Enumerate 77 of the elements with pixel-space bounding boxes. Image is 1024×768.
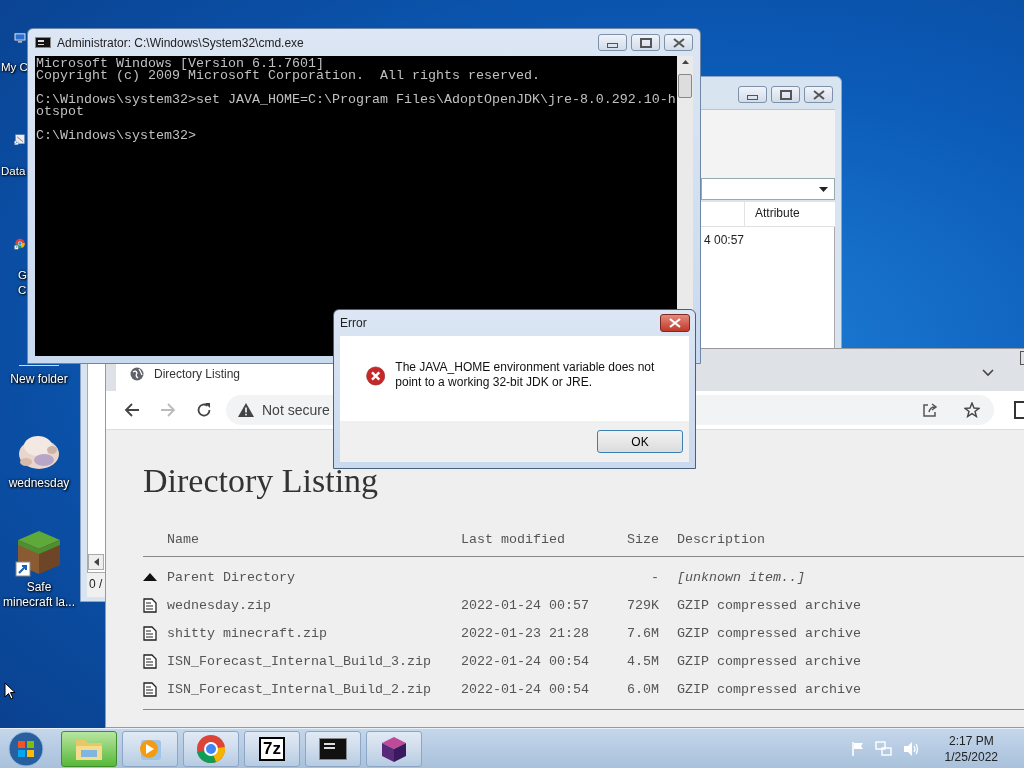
table-cell: 2022-01-23 21:28 (461, 625, 589, 641)
clock-date[interactable]: 1/25/2022 (944, 748, 998, 765)
browser-icon (196, 733, 226, 764)
cursor-icon (4, 682, 16, 700)
terminal-icon (319, 737, 347, 760)
close-button[interactable] (660, 314, 690, 332)
column-header[interactable]: Size (611, 531, 659, 547)
status-text: 0 / (89, 577, 103, 591)
scroll-thumb[interactable] (678, 74, 692, 98)
file-link[interactable]: shitty minecraft.zip (167, 625, 461, 641)
minimize-button[interactable] (738, 86, 767, 103)
start-button[interactable] (8, 730, 44, 767)
column-header[interactable]: Description (659, 531, 765, 547)
table-cell: GZIP compressed archive (677, 625, 861, 641)
security-label[interactable]: Not secure (262, 402, 330, 418)
table-cell: 2022-01-24 00:54 (461, 653, 589, 669)
table-cell: GZIP compressed archive (677, 681, 861, 697)
file-link[interactable]: wednesday.zip (167, 597, 461, 613)
table-cell: - (651, 569, 659, 585)
file-icon (143, 597, 157, 613)
desktop-icon-label[interactable]: My C (1, 60, 28, 75)
table-cell: 4 00:57 (704, 233, 745, 247)
close-icon (669, 318, 681, 328)
file-link[interactable]: ISN_Forecast_Internal_Build_2.zip (167, 681, 461, 697)
table-cell: 6.0M (627, 681, 659, 697)
table-cell: GZIP compressed archive (677, 597, 861, 613)
file-link[interactable]: Parent Directory (167, 569, 461, 585)
file-icon (143, 653, 157, 669)
table-cell: GZIP compressed archive (677, 653, 861, 669)
minimize-button[interactable] (598, 34, 627, 51)
share-icon[interactable] (922, 402, 938, 418)
table-cell: 2022-01-24 00:54 (461, 681, 589, 697)
console-output: Microsoft Windows [Version 6.1.7601] Copyright (c) 2009 Microsoft Corporation. All rights reserved. C:\Windows\system32>set JAVA_HOME=C:\Program Files\AdoptOpenJDK\jre-8.0.292.10-h otspot C:\Windows\system32> (35, 56, 677, 145)
page-heading: Directory Listing (143, 462, 380, 500)
dialog-title: Error (340, 316, 367, 330)
file-link[interactable]: ISN_Forecast_Internal_Build_3.zip (167, 653, 461, 669)
up-arrow-icon[interactable] (681, 60, 689, 64)
archiver-icon: 7z (259, 736, 285, 761)
dropdown-arrow-icon (819, 186, 828, 192)
clock-time[interactable]: 2:17 PM (948, 732, 994, 749)
column-header[interactable]: Last modified (461, 531, 611, 547)
file-icon (143, 625, 157, 641)
maximize-button[interactable] (631, 34, 660, 51)
scroll-left-button[interactable] (88, 554, 104, 570)
desktop-icon-label[interactable]: G C (18, 268, 27, 298)
close-icon (672, 37, 685, 48)
back-icon[interactable] (124, 402, 140, 418)
desktop-icon-label[interactable]: New folder (10, 372, 68, 387)
column-header[interactable]: Attribute (744, 202, 835, 226)
star-icon[interactable] (964, 402, 980, 418)
error-message: The JAVA_HOME environment variable does not point to a working 32-bit JDK or JRE. (395, 360, 656, 390)
taskbar-button[interactable] (305, 730, 361, 767)
table-cell: 2022-01-24 00:57 (461, 597, 589, 613)
desktop-icon-label[interactable]: Data (1, 164, 26, 179)
table-cell: 7.6M (627, 625, 659, 641)
column-header[interactable]: Name (167, 531, 461, 547)
chevron-down-icon[interactable] (982, 369, 994, 377)
close-button[interactable] (804, 86, 833, 103)
taskbar-button[interactable]: 7z (244, 730, 300, 767)
close-icon (812, 89, 825, 100)
desktop-icon-label[interactable]: wednesday (8, 476, 70, 491)
file-icon (143, 681, 157, 697)
maximize-button[interactable] (771, 86, 800, 103)
table-cell: 4.5M (627, 653, 659, 669)
close-button[interactable] (664, 34, 693, 51)
left-arrow-icon (93, 558, 99, 566)
terminal-icon (35, 37, 51, 48)
table-cell: [unknown item..] (677, 569, 805, 585)
desktop-icon-label[interactable]: Safe minecraft la... (3, 580, 75, 610)
table-cell: 729K (627, 597, 659, 613)
warning-icon (238, 403, 254, 417)
reload-icon[interactable] (196, 402, 212, 418)
taskbar-button[interactable] (366, 730, 422, 767)
window-title: Administrator: C:\Windows\System32\cmd.exe (57, 35, 304, 50)
up-arrow-icon (143, 573, 157, 581)
cube-icon (380, 734, 408, 763)
ok-button[interactable]: OK (597, 430, 683, 453)
